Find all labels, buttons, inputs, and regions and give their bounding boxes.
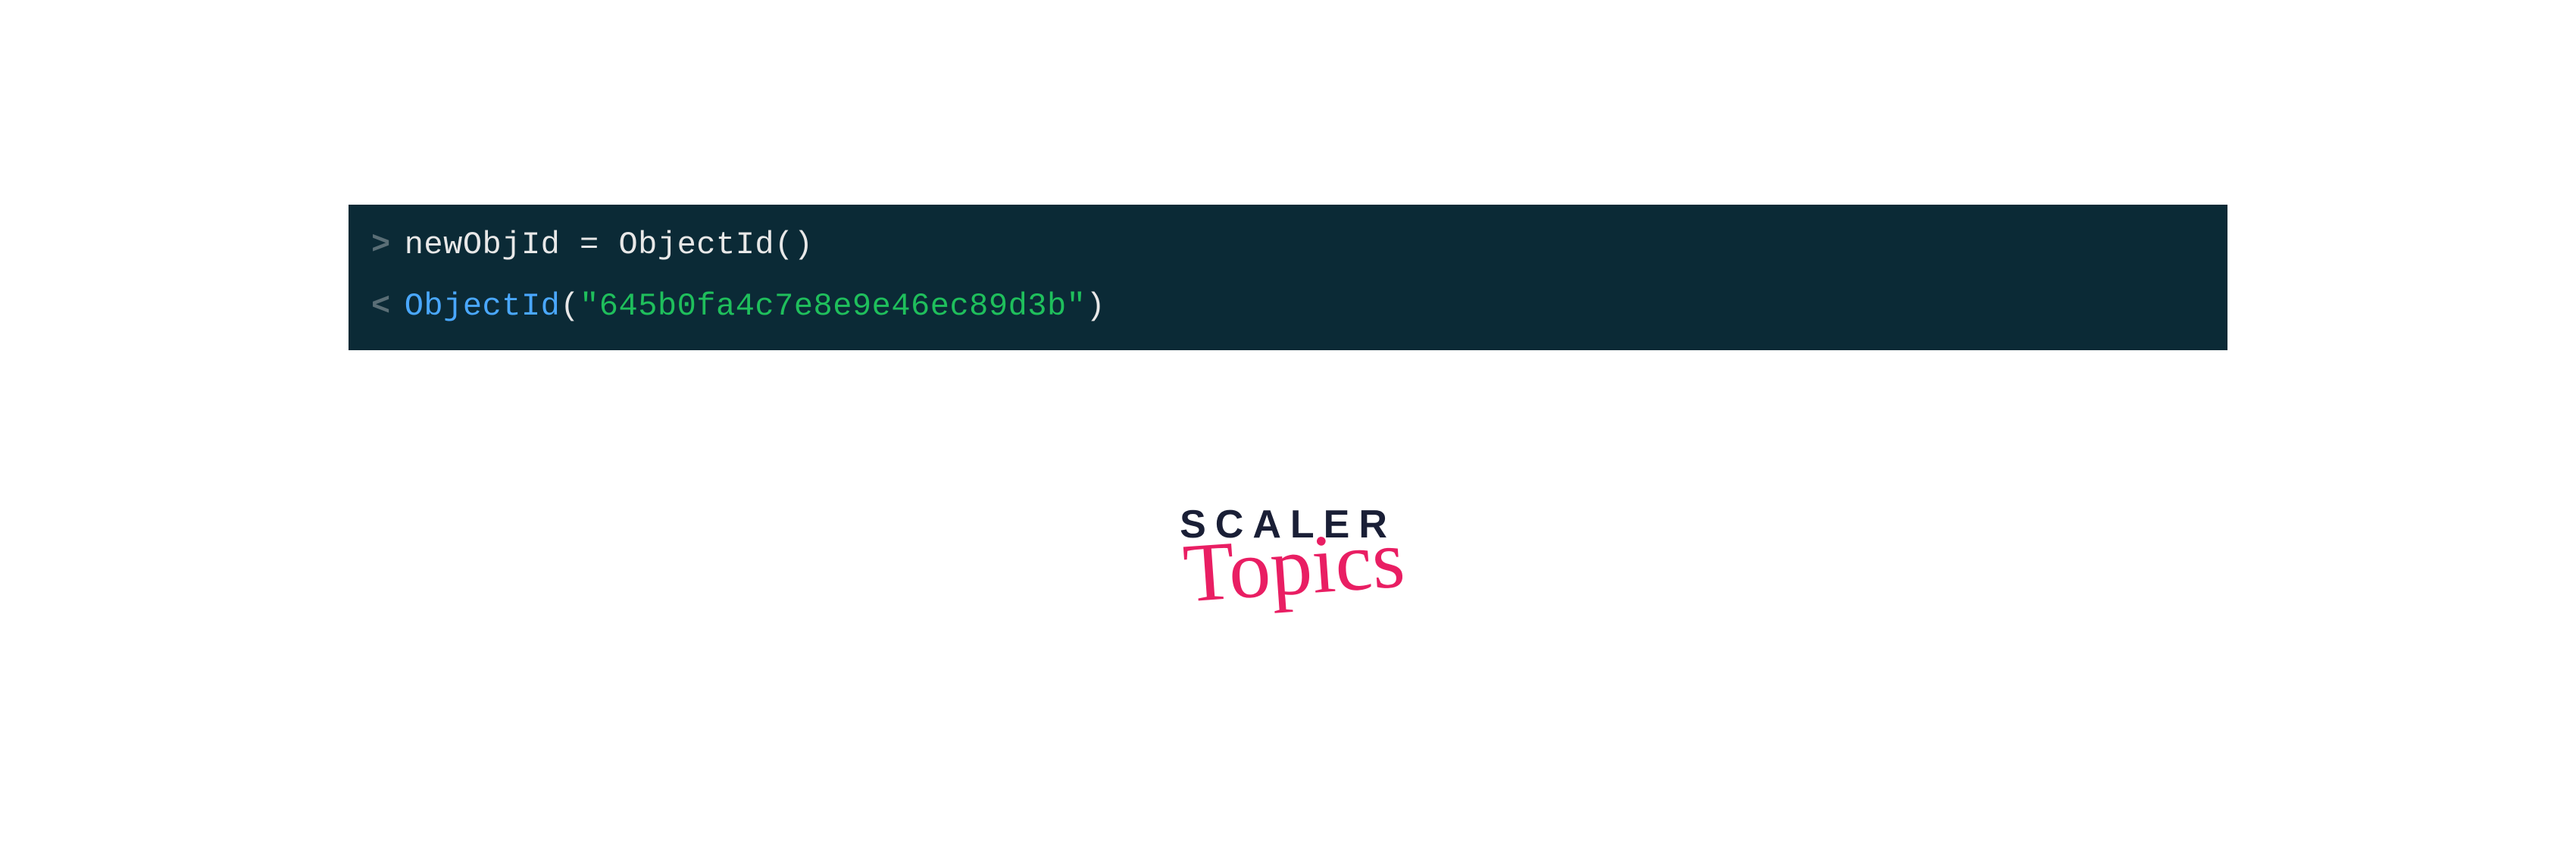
console-panel: > newObjId = ObjectId() < ObjectId("645b… <box>349 205 2227 350</box>
console-output-line: < ObjectId("645b0fa4c7e8e9e46ec89d3b") <box>371 281 2205 332</box>
output-function-name: ObjectId <box>405 288 561 324</box>
console-input-command: newObjId = ObjectId() <box>405 220 814 271</box>
output-paren-open: ( <box>560 288 580 324</box>
watermark-logo: SCALER Topics <box>1177 502 1399 608</box>
output-string-literal: "645b0fa4c7e8e9e46ec89d3b" <box>580 288 1086 324</box>
console-input-line: > newObjId = ObjectId() <box>371 220 2205 271</box>
output-paren-close: ) <box>1086 288 1105 324</box>
output-prompt-icon: < <box>371 281 391 332</box>
console-output-value: ObjectId("645b0fa4c7e8e9e46ec89d3b") <box>405 281 1105 332</box>
watermark-subbrand: Topics <box>1181 517 1408 616</box>
input-prompt-icon: > <box>371 220 391 271</box>
